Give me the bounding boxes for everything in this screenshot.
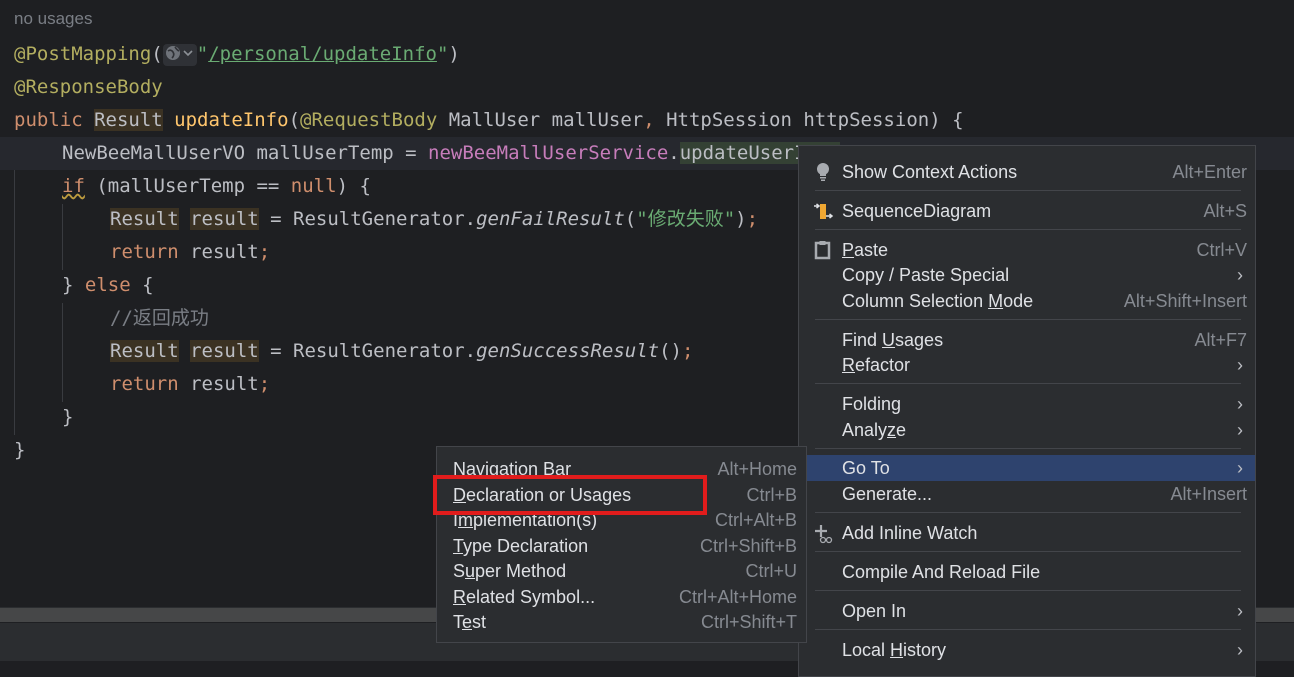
submenu-item-super-method[interactable]: Super Method Ctrl+U bbox=[437, 558, 806, 584]
menu-separator bbox=[815, 383, 1241, 384]
menu-item-find-usages[interactable]: Find Usages Alt+F7 bbox=[799, 327, 1255, 353]
menu-item-go-to[interactable]: Go To › bbox=[799, 455, 1255, 481]
highlight-annotation-box bbox=[433, 475, 707, 515]
menu-item-add-inline-watch[interactable]: Add Inline Watch bbox=[799, 520, 1255, 546]
code-line-10: Result result = ResultGenerator.genSucce… bbox=[110, 340, 694, 362]
chevron-right-icon: › bbox=[1237, 265, 1243, 285]
code-line-5: if (mallUserTemp == null) { bbox=[62, 175, 371, 197]
code-line-11: return result; bbox=[110, 373, 271, 395]
code-line-6: Result result = ResultGenerator.genFailR… bbox=[110, 208, 759, 230]
code-line-7: return result; bbox=[110, 241, 271, 263]
submenu-item-related-symbol[interactable]: Related Symbol... Ctrl+Alt+Home bbox=[437, 584, 806, 610]
menu-separator bbox=[815, 512, 1241, 513]
menu-item-paste[interactable]: Paste Ctrl+V bbox=[799, 237, 1255, 263]
menu-separator bbox=[815, 551, 1241, 552]
menu-separator bbox=[815, 229, 1241, 230]
indent-guide bbox=[62, 303, 63, 402]
indent-guide bbox=[14, 138, 15, 435]
globe-dropdown-icon[interactable] bbox=[162, 43, 197, 66]
sequence-diagram-icon bbox=[813, 201, 834, 221]
menu-separator bbox=[815, 190, 1241, 191]
chevron-right-icon: › bbox=[1237, 458, 1243, 478]
submenu-item-type-declaration[interactable]: Type Declaration Ctrl+Shift+B bbox=[437, 533, 806, 559]
menu-item-folding[interactable]: Folding › bbox=[799, 391, 1255, 417]
lightbulb-icon bbox=[813, 162, 833, 182]
code-line-1: @PostMapping("/personal/updateInfo") bbox=[14, 43, 460, 66]
menu-separator bbox=[815, 319, 1241, 320]
chevron-right-icon: › bbox=[1237, 601, 1243, 621]
chevron-right-icon: › bbox=[1237, 420, 1243, 440]
chevron-right-icon: › bbox=[1237, 394, 1243, 414]
usage-hint[interactable]: no usages bbox=[14, 9, 92, 29]
menu-item-open-in[interactable]: Open In › bbox=[799, 598, 1255, 624]
add-watch-icon bbox=[813, 523, 833, 544]
editor-context-menu: Show Context Actions Alt+Enter SequenceD… bbox=[798, 145, 1256, 677]
code-line-9: //返回成功 bbox=[110, 307, 209, 329]
code-line-12: } bbox=[62, 406, 74, 428]
code-line-2: @ResponseBody bbox=[14, 76, 163, 98]
submenu-item-test[interactable]: Test Ctrl+Shift+T bbox=[437, 609, 806, 635]
menu-separator bbox=[815, 448, 1241, 449]
menu-item-refactor[interactable]: Refactor › bbox=[799, 352, 1255, 378]
menu-item-copy-paste-special[interactable]: Copy / Paste Special › bbox=[799, 262, 1255, 288]
indent-guide bbox=[62, 204, 63, 270]
code-line-3: public Result updateInfo(@RequestBody Ma… bbox=[14, 109, 964, 131]
chevron-right-icon: › bbox=[1237, 640, 1243, 660]
menu-item-local-history[interactable]: Local History › bbox=[799, 637, 1255, 663]
menu-item-sequence-diagram[interactable]: SequenceDiagram Alt+S bbox=[799, 198, 1255, 224]
menu-separator bbox=[815, 629, 1241, 630]
menu-item-column-selection-mode[interactable]: Column Selection Mode Alt+Shift+Insert bbox=[799, 288, 1255, 314]
menu-item-generate[interactable]: Generate... Alt+Insert bbox=[799, 481, 1255, 507]
code-line-8: } else { bbox=[62, 274, 154, 296]
chevron-right-icon: › bbox=[1237, 355, 1243, 375]
menu-item-analyze[interactable]: Analyze › bbox=[799, 417, 1255, 443]
code-line-13: } bbox=[14, 439, 26, 461]
menu-item-show-context-actions[interactable]: Show Context Actions Alt+Enter bbox=[799, 159, 1255, 185]
url-link[interactable]: /personal/updateInfo bbox=[208, 43, 437, 65]
menu-item-compile-and-reload[interactable]: Compile And Reload File bbox=[799, 559, 1255, 585]
menu-separator bbox=[815, 590, 1241, 591]
clipboard-icon bbox=[813, 240, 833, 260]
